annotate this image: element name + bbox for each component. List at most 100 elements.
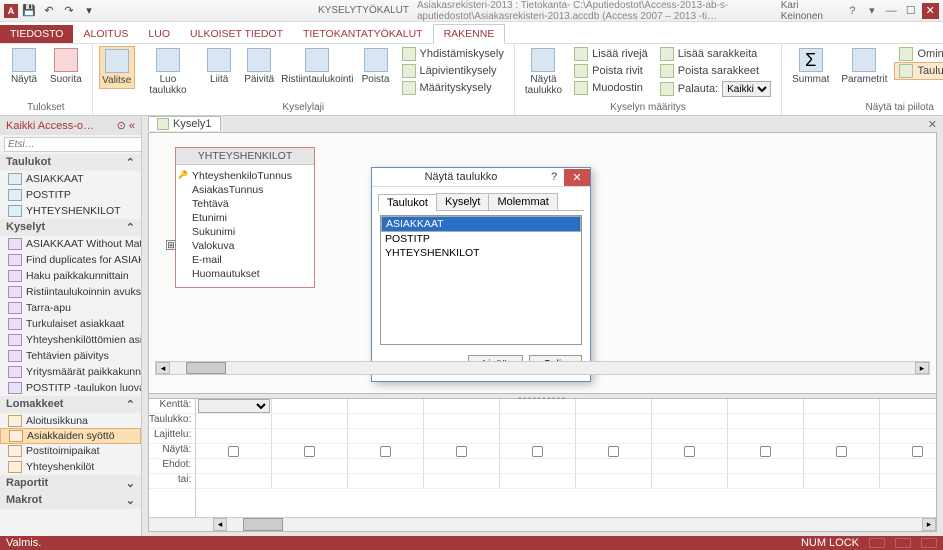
- cat-queries[interactable]: Kyselyt⌃: [0, 219, 141, 236]
- tab-create[interactable]: LUO: [138, 25, 180, 43]
- qbe-cell[interactable]: [576, 414, 652, 428]
- field-item[interactable]: YhteyshenkiloTunnus: [176, 169, 314, 183]
- nav-item-query[interactable]: ASIAKKAAT Without Matchin…: [0, 236, 141, 252]
- qbe-cell[interactable]: [272, 459, 348, 473]
- qbe-cell[interactable]: [880, 414, 936, 428]
- nav-item-table[interactable]: ASIAKKAAT: [0, 171, 141, 187]
- qbe-cell[interactable]: [424, 399, 500, 413]
- nav-item-query[interactable]: POSTITP -taulukon luova kyse…: [0, 380, 141, 396]
- show-table-button[interactable]: Näytä taulukko: [521, 46, 566, 98]
- dialog-tab-both[interactable]: Molemmat: [488, 193, 557, 210]
- parameters-button[interactable]: Parametrit: [837, 46, 891, 87]
- qbe-cell[interactable]: [424, 429, 500, 443]
- qbe-cell[interactable]: [880, 444, 936, 458]
- qbe-cell[interactable]: [652, 399, 728, 413]
- list-item[interactable]: POSTITP: [381, 232, 581, 246]
- field-item[interactable]: E-mail: [176, 253, 314, 267]
- qbe-cell[interactable]: [424, 474, 500, 488]
- nav-item-query[interactable]: Tarra-apu: [0, 300, 141, 316]
- qbe-cell[interactable]: [576, 429, 652, 443]
- qbe-cell[interactable]: [272, 474, 348, 488]
- save-icon[interactable]: 💾: [20, 2, 38, 20]
- qbe-row[interactable]: [196, 414, 936, 429]
- help-icon[interactable]: ?: [844, 3, 861, 19]
- nav-item-query[interactable]: Find duplicates for ASIAKKAAT: [0, 252, 141, 268]
- totals-button[interactable]: ΣSummat: [788, 46, 833, 87]
- view-design-icon[interactable]: [921, 538, 937, 548]
- qbe-cell[interactable]: [652, 459, 728, 473]
- minimize-icon[interactable]: —: [883, 3, 900, 19]
- redo-icon[interactable]: ↷: [60, 2, 78, 20]
- qbe-cell[interactable]: [728, 474, 804, 488]
- qbe-cell[interactable]: [728, 459, 804, 473]
- qbe-cell[interactable]: [348, 399, 424, 413]
- qbe-grid[interactable]: Kenttä:Taulukko:Lajittelu:Näytä:Ehdot:ta…: [149, 399, 936, 517]
- qbe-cell[interactable]: [196, 414, 272, 428]
- show-checkbox[interactable]: [760, 445, 771, 456]
- qbe-cell[interactable]: [272, 429, 348, 443]
- qbe-cell[interactable]: [652, 429, 728, 443]
- qbe-cell[interactable]: [500, 429, 576, 443]
- qbe-cell[interactable]: [880, 474, 936, 488]
- qbe-cell[interactable]: [728, 399, 804, 413]
- qbe-cell[interactable]: [880, 399, 936, 413]
- view-datasheet-icon[interactable]: [869, 538, 885, 548]
- qbe-cell[interactable]: [196, 399, 272, 413]
- maximize-icon[interactable]: ☐: [902, 3, 919, 19]
- qbe-cell[interactable]: [576, 459, 652, 473]
- qbe-hscrollbar[interactable]: ◂▸: [149, 517, 936, 531]
- update-button[interactable]: Päivitä: [241, 46, 277, 87]
- crosstab-button[interactable]: Ristiintaulukointi: [281, 46, 353, 87]
- tab-home[interactable]: ALOITUS: [73, 25, 138, 43]
- show-checkbox[interactable]: [380, 445, 391, 456]
- tab-design[interactable]: RAKENNE: [433, 24, 506, 44]
- qbe-cell[interactable]: [804, 459, 880, 473]
- qbe-cell[interactable]: [348, 414, 424, 428]
- qbe-cell[interactable]: [804, 429, 880, 443]
- nav-item-form[interactable]: Yhteyshenkilöt: [0, 459, 141, 475]
- qbe-cell[interactable]: [880, 459, 936, 473]
- qbe-cell[interactable]: [348, 429, 424, 443]
- qbe-cell[interactable]: [804, 414, 880, 428]
- field-item[interactable]: AsiakasTunnus: [176, 183, 314, 197]
- show-checkbox[interactable]: [912, 445, 923, 456]
- qbe-cell[interactable]: [424, 459, 500, 473]
- dialog-list[interactable]: ASIAKKAATPOSTITPYHTEYSHENKILOT: [380, 215, 582, 345]
- show-checkbox[interactable]: [304, 445, 315, 456]
- show-checkbox[interactable]: [532, 445, 543, 456]
- qbe-cell[interactable]: [196, 444, 272, 458]
- field-item[interactable]: Valokuva: [176, 239, 314, 253]
- collapse-icon[interactable]: ⊙ «: [117, 119, 135, 132]
- dialog-help-icon[interactable]: ?: [544, 171, 564, 183]
- nav-item-table[interactable]: POSTITP: [0, 187, 141, 203]
- qbe-cell[interactable]: [424, 414, 500, 428]
- append-button[interactable]: Liitä: [201, 46, 237, 87]
- nav-item-query[interactable]: Yhteyshenkilöttömien asiakk…: [0, 332, 141, 348]
- qbe-row[interactable]: [196, 399, 936, 414]
- qat-customize-icon[interactable]: ▾: [80, 2, 98, 20]
- field-item[interactable]: Tehtävä: [176, 197, 314, 211]
- qbe-cell[interactable]: [500, 399, 576, 413]
- qbe-cell[interactable]: [196, 474, 272, 488]
- qbe-cell[interactable]: [272, 399, 348, 413]
- show-checkbox[interactable]: [456, 445, 467, 456]
- dialog-tab-tables[interactable]: Taulukot: [378, 194, 437, 211]
- show-checkbox[interactable]: [836, 445, 847, 456]
- cat-macros[interactable]: Makrot⌄: [0, 492, 141, 509]
- cat-forms[interactable]: Lomakkeet⌃: [0, 396, 141, 413]
- list-item[interactable]: ASIAKKAAT: [381, 216, 581, 232]
- show-checkbox[interactable]: [228, 445, 239, 456]
- qbe-cell[interactable]: [576, 399, 652, 413]
- list-item[interactable]: YHTEYSHENKILOT: [381, 246, 581, 260]
- insert-cols-button[interactable]: Lisää sarakkeita: [656, 46, 775, 62]
- return-select[interactable]: Kaikki: [722, 81, 771, 97]
- field-item[interactable]: Etunimi: [176, 211, 314, 225]
- document-tab[interactable]: Kysely1: [148, 116, 221, 131]
- qbe-cell[interactable]: [196, 429, 272, 443]
- qbe-cell[interactable]: [652, 444, 728, 458]
- select-query-button[interactable]: Valitse: [99, 46, 135, 89]
- nav-item-table[interactable]: YHTEYSHENKILOT: [0, 203, 141, 219]
- dialog-tab-queries[interactable]: Kyselyt: [436, 193, 489, 210]
- tab-external[interactable]: ULKOISET TIEDOT: [180, 25, 293, 43]
- qbe-cell[interactable]: [500, 474, 576, 488]
